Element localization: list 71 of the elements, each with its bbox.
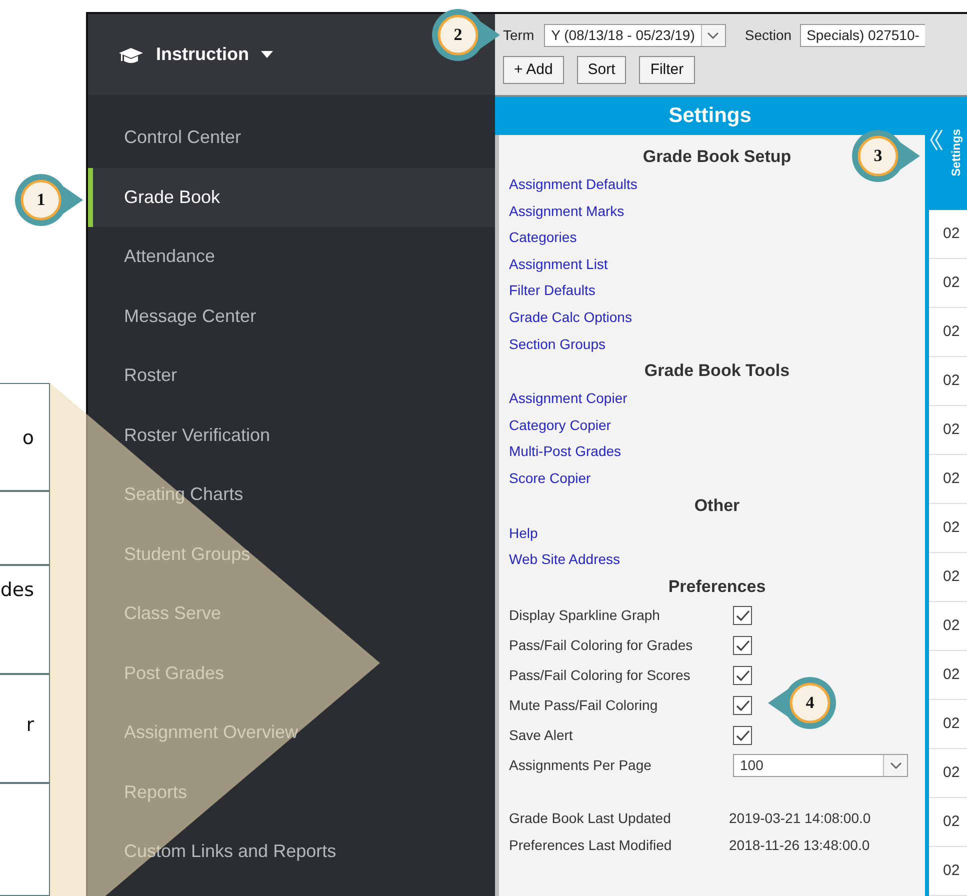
table-cell: 02 [929,455,967,504]
table-cell: r [0,674,50,783]
checkbox[interactable] [733,606,752,626]
option-label: Display Sparkline Graph [509,606,661,626]
settings-link[interactable]: Category Copier [509,416,611,433]
double-chevron-icon [929,129,943,151]
settings-link[interactable]: Assignment List [509,256,608,272]
table-cell: 02 [929,602,967,651]
settings-link[interactable]: Categories [509,229,577,246]
sidebar-item[interactable]: Attendance [88,227,495,286]
settings-link[interactable]: Score Copier [509,470,591,486]
section-heading: Preferences [668,576,766,596]
table-cell: 02 [929,700,967,749]
option-label: Assignments Per Page [509,756,652,776]
section-heading: Other [694,496,740,515]
sidebar-item[interactable]: Grade Book [88,168,495,227]
per-page-dropdown[interactable]: 100 [733,754,908,778]
table-cell: 02 [929,357,967,406]
checkbox[interactable] [733,696,752,716]
option-label: Save Alert [509,726,574,746]
table-cell: 02 [929,798,967,847]
checkbox[interactable] [733,636,752,656]
sidebar-item[interactable]: Message Center [88,286,495,346]
chevron-down-icon [890,762,902,770]
info-label: Grade Book Last Updated [509,808,672,828]
graduation-cap-icon [118,46,144,64]
info-value: 2019-03-21 14:08:00.0 [729,808,871,828]
option-label: Pass/Fail Coloring for Grades [509,636,694,656]
table-cell: 02 [929,651,967,700]
table-cell: des [0,565,50,674]
table-cell: 02 [929,210,967,259]
settings-header: Settings [495,97,925,135]
table-cell: 02 [929,749,967,798]
chevron-down-icon [707,32,720,40]
term-dropdown[interactable]: Y (08/13/18 - 05/23/19) [544,24,726,47]
settings-link[interactable]: Section Groups [509,336,606,352]
settings-link[interactable]: Multi-Post Grades [509,443,622,460]
settings-link[interactable]: Help [509,524,538,541]
checkbox[interactable] [733,726,752,746]
section-heading: Grade Book Setup [642,147,792,166]
table-cell: 02 [929,406,967,455]
settings-link[interactable]: Assignment Defaults [509,176,638,192]
sidebar-item[interactable]: Roster Verification [88,406,495,465]
section-dropdown[interactable]: Specials) 027510- [800,24,926,47]
settings-link[interactable]: Assignment Marks [509,202,624,219]
table-cell: o [0,383,50,491]
sidebar-item[interactable]: Control Center [88,108,495,168]
option-label: Pass/Fail Coloring for Scores [509,666,692,686]
field-label: Term [503,26,534,45]
info-value: 2018-11-26 13:48:00.0 [729,836,870,855]
settings-link[interactable]: Assignment Copier [509,390,628,406]
info-label: Preferences Last Modified [509,836,673,855]
toolbar-button[interactable]: + Add [503,56,564,84]
section-heading: Grade Book Tools [644,361,790,380]
checkbox[interactable] [733,666,752,686]
table-cell: 02 [929,308,967,357]
sidebar-item[interactable]: Seating Charts [88,465,495,524]
toolbar-button[interactable]: Sort [576,56,626,84]
settings-link[interactable]: Web Site Address [509,551,620,568]
field-label: Section [744,26,792,45]
settings-link[interactable]: Filter Defaults [509,282,596,298]
sidebar-item[interactable]: Roster [88,346,495,406]
table-cell: 02 [929,504,967,553]
caret-icon [261,50,273,58]
table-cell: 02 [929,553,967,602]
toolbar-button[interactable]: Filter [639,56,695,84]
option-label: Mute Pass/Fail Coloring [509,696,659,716]
sidebar-title: Instruction [156,43,249,66]
settings-link[interactable]: Grade Calc Options [509,308,632,325]
table-cell: 02 [929,259,967,308]
table-cell: 02 [929,847,967,896]
